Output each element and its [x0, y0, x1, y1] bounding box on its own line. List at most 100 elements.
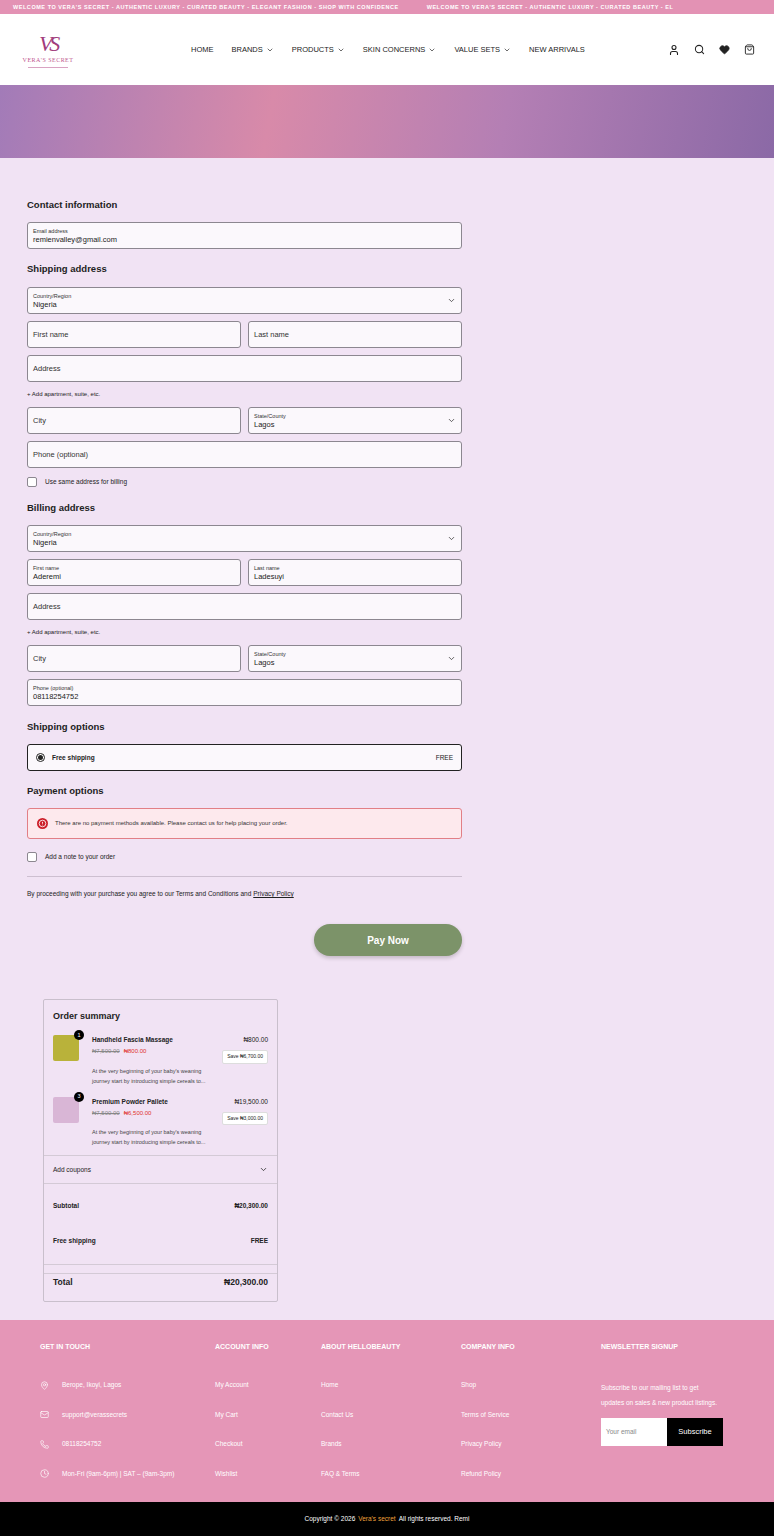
field-label: Country/Region	[33, 293, 447, 300]
shipping-option-price: FREE	[436, 753, 453, 763]
quantity-badge: 1	[74, 1030, 84, 1040]
footer-link[interactable]: Home	[321, 1380, 461, 1390]
field-placeholder: Last name	[254, 330, 456, 339]
order-summary: Order summary1Handheld Fascia Massage₦80…	[43, 999, 278, 1302]
bag-icon[interactable]	[744, 44, 755, 55]
section-heading: Shipping address	[27, 263, 462, 275]
country-field[interactable]: Country/RegionNigeria	[27, 287, 462, 314]
footer-link[interactable]: Wishlist	[215, 1469, 321, 1479]
subscribe-button[interactable]: Subscribe	[667, 1418, 723, 1446]
email-icon	[40, 1410, 49, 1419]
header-icons	[668, 44, 755, 56]
radio-button[interactable]	[36, 753, 45, 762]
state-field[interactable]: State/CountyLagos	[248, 407, 462, 434]
nav-item[interactable]: BRANDS	[232, 44, 274, 55]
field-value: 08118254752	[33, 692, 456, 701]
pay-now-button[interactable]: Pay Now	[314, 924, 462, 956]
product-description: At the very beginning of your baby's wea…	[92, 1066, 268, 1086]
footer-link[interactable]: Refund Policy	[461, 1469, 601, 1479]
chevron-down-icon	[337, 46, 345, 54]
add-coupons[interactable]: Add coupons	[44, 1155, 277, 1183]
field-value: Aderemi	[33, 572, 235, 581]
country-field[interactable]: Country/RegionNigeria	[27, 525, 462, 552]
logo-tagline-line	[28, 67, 68, 68]
footer-link[interactable]: My Cart	[215, 1410, 321, 1420]
footer-link[interactable]: Brands	[321, 1439, 461, 1449]
shipping-option[interactable]: Free shipping FREE	[27, 744, 462, 771]
radio-dot	[38, 755, 43, 760]
line-total: ₦800.00	[243, 1035, 268, 1044]
product-description: At the very beginning of your baby's wea…	[92, 1127, 268, 1147]
logo[interactable]: VSVERA'S SECRET	[16, 32, 80, 68]
footer-heading: ABOUT HELLOBEAUTY	[321, 1343, 461, 1351]
newsletter-email-input[interactable]: Your email	[601, 1418, 667, 1446]
heart-icon[interactable]	[719, 44, 730, 55]
address-field[interactable]: Address	[27, 355, 462, 382]
main-nav: HOME BRANDS PRODUCTS SKIN CONCERNS VALUE SET…	[191, 44, 585, 55]
line-total: ₦19,500.00	[234, 1097, 268, 1106]
totals-row: Free shippingFREE	[53, 1223, 268, 1258]
add-apartment-link[interactable]: + Add apartment, suite, etc.	[27, 627, 462, 637]
hours-icon	[40, 1469, 49, 1478]
chevron-down-icon	[447, 416, 456, 425]
phone-field[interactable]: Phone (optional)08118254752	[27, 679, 462, 706]
footer-column: ABOUT HELLOBEAUTY Home Contact Us Brands FAQ…	[321, 1343, 461, 1502]
footer-link[interactable]: Shop	[461, 1380, 601, 1390]
copyright-brand[interactable]: Vera's secret	[358, 1514, 395, 1524]
checkout-main: Contact informationEmail addressremienva…	[0, 158, 774, 1320]
footer-link[interactable]: My Account	[215, 1380, 321, 1390]
footer-link[interactable]: Contact Us	[321, 1410, 461, 1420]
shipping-option-label: Free shipping	[52, 753, 95, 763]
chevron-down-icon	[447, 654, 456, 663]
checkbox-box[interactable]	[27, 477, 37, 487]
city-field[interactable]: City	[27, 407, 241, 434]
footer-link[interactable]: Terms of Service	[461, 1410, 601, 1420]
page: WELCOME TO VERA'S SECRET - AUTHENTIC LUX…	[0, 0, 774, 1536]
quantity-badge: 3	[74, 1092, 84, 1102]
product-name: Premium Powder Pallete	[92, 1097, 168, 1106]
chevron-down-icon	[503, 46, 511, 54]
city-field[interactable]: City	[27, 645, 241, 672]
section-heading: Billing address	[27, 502, 462, 514]
footer-link[interactable]: Checkout	[215, 1439, 321, 1449]
nav-item[interactable]: SKIN CONCERNS	[363, 44, 437, 55]
field-placeholder: City	[33, 654, 235, 663]
billing-address: Billing address Country/RegionNigeria Firs…	[27, 488, 462, 706]
user-icon[interactable]	[668, 44, 680, 56]
shipping-address: Shipping address Country/RegionNigeria Fir…	[27, 249, 462, 468]
footer: GET IN TOUCHBerope, Ikoyi, Lagossupport@…	[0, 1320, 774, 1502]
nav-item[interactable]: HOME	[191, 44, 214, 55]
checkbox-box[interactable]	[27, 852, 37, 862]
field-label: Country/Region	[33, 531, 447, 538]
footer-heading: NEWSLETTER SIGNUP	[601, 1343, 723, 1351]
phone-icon	[40, 1440, 49, 1449]
phone-field[interactable]: Phone (optional)	[27, 441, 462, 468]
totals: Subtotal₦20,300.00Free shippingFREE	[44, 1183, 277, 1264]
footer-link[interactable]: Privacy Policy	[461, 1439, 601, 1449]
field-placeholder: Phone (optional)	[33, 450, 456, 459]
first-name-field[interactable]: First nameAderemi	[27, 559, 241, 586]
state-field[interactable]: State/CountyLagos	[248, 645, 462, 672]
footer-link[interactable]: FAQ & Terms	[321, 1469, 461, 1479]
last-name-field[interactable]: Last name	[248, 321, 462, 348]
field-placeholder: First name	[33, 330, 235, 339]
field-label: Email address	[33, 228, 456, 235]
search-icon[interactable]	[694, 44, 705, 55]
first-name-field[interactable]: First name	[27, 321, 241, 348]
last-name-field[interactable]: Last nameLadesuyi	[248, 559, 462, 586]
privacy-policy-link[interactable]: Privacy Policy	[253, 889, 293, 899]
same-billing-checkbox[interactable]: Use same address for billing	[27, 476, 462, 488]
email-field[interactable]: Email addressremienvalley@gmail.com	[27, 222, 462, 249]
total-row: Total₦20,300.00	[44, 1273, 277, 1291]
add-apartment-link[interactable]: + Add apartment, suite, etc.	[27, 389, 462, 399]
nav-item[interactable]: NEW ARRIVALS	[529, 44, 585, 55]
error-icon	[37, 818, 48, 829]
nav-item[interactable]: PRODUCTS	[292, 44, 345, 55]
newsletter: NEWSLETTER SIGNUPSubscribe to our mailin…	[601, 1343, 723, 1502]
chevron-down-icon	[266, 46, 274, 54]
nav-item[interactable]: VALUE SETS	[454, 44, 511, 55]
order-note-checkbox[interactable]: Add a note to your order	[27, 851, 462, 863]
footer-heading: GET IN TOUCH	[40, 1343, 215, 1351]
contact-item: Berope, Ikoyi, Lagos	[40, 1380, 215, 1390]
address-field[interactable]: Address	[27, 593, 462, 620]
